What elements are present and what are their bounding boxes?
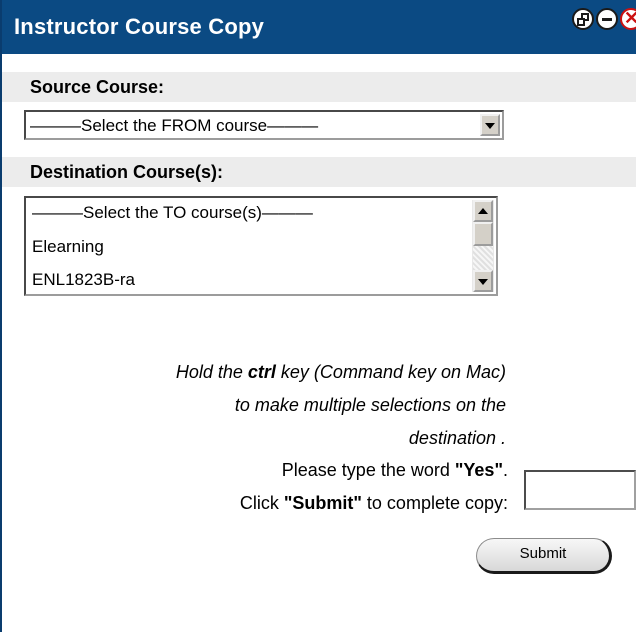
submit-button[interactable]: Submit (476, 538, 612, 574)
scroll-down-icon[interactable] (473, 270, 493, 292)
destination-option[interactable]: ENL1823B-ra (32, 269, 135, 291)
destination-option[interactable]: Elearning (32, 236, 104, 258)
confirm-yes-input[interactable] (524, 470, 636, 510)
confirm-instruction: Click "Submit" to complete copy: (239, 493, 508, 513)
course-copy-window: Instructor Course Copy ✕ Source Course: … (0, 0, 636, 632)
help-text-line: to make multiple selections on the (234, 395, 506, 415)
destination-course-label: Destination Course(s): (2, 157, 636, 187)
restore-icon[interactable] (572, 8, 594, 30)
close-icon[interactable]: ✕ (620, 8, 636, 30)
confirm-instruction: Please type the word "Yes". (281, 460, 508, 480)
minimize-icon[interactable] (596, 8, 618, 30)
window-title: Instructor Course Copy (14, 14, 265, 39)
help-text-line: destination . (408, 428, 506, 448)
destination-option[interactable]: ———Select the TO course(s)——— (32, 202, 313, 224)
destination-course-list[interactable]: ———Select the TO course(s)——— Elearning … (24, 196, 498, 296)
destination-scrollbar[interactable] (472, 200, 494, 292)
source-course-label: Source Course: (2, 72, 636, 102)
scrollbar-track[interactable] (473, 246, 493, 270)
scrollbar-thumb[interactable] (473, 222, 493, 246)
scroll-up-icon[interactable] (473, 200, 493, 222)
help-text-line: Hold the ctrl key (Command key on Mac) (175, 362, 506, 382)
title-bar: Instructor Course Copy ✕ (2, 0, 636, 54)
source-course-select[interactable]: ———Select the FROM course——— (24, 110, 504, 140)
source-course-selected: ———Select the FROM course——— (30, 116, 319, 135)
dropdown-arrow-icon[interactable] (480, 114, 500, 136)
